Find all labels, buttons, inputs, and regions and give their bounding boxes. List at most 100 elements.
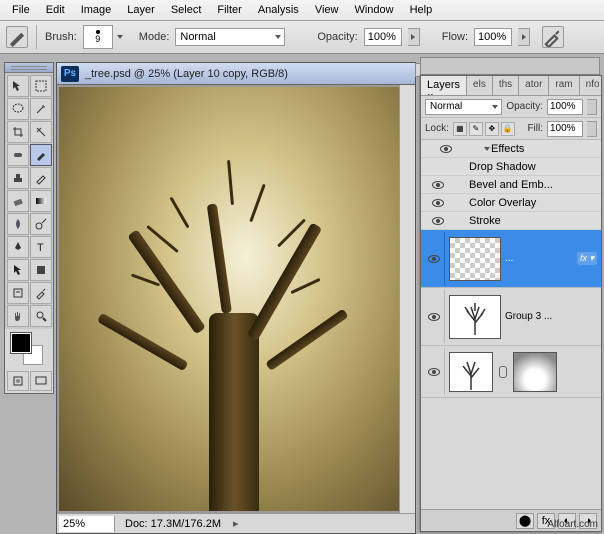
flow-input[interactable]: 100% [474, 28, 512, 46]
notes-tool[interactable] [7, 282, 29, 304]
gradient-tool[interactable] [30, 190, 52, 212]
tab-layers[interactable]: Layers ✕ [421, 76, 467, 95]
docsize-label: Doc: 17.3M/176.2M [117, 516, 229, 532]
fx-color-overlay[interactable]: Color Overlay [421, 194, 601, 212]
pen-tool[interactable] [7, 236, 29, 258]
menu-edit[interactable]: Edit [38, 1, 73, 19]
layer-masked[interactable] [421, 346, 601, 398]
lock-all-icon[interactable]: 🔒 [501, 122, 515, 136]
mask-thumbnail[interactable] [513, 352, 557, 392]
lock-transparency-icon[interactable]: ▦ [453, 122, 467, 136]
status-arrow-icon[interactable]: ▸ [233, 517, 239, 530]
marquee-tool[interactable] [30, 75, 52, 97]
quickmask-toggle[interactable] [7, 371, 29, 391]
menu-window[interactable]: Window [346, 1, 401, 19]
fx-bevel[interactable]: Bevel and Emb... [421, 176, 601, 194]
tab-info[interactable]: nfo [580, 76, 601, 95]
menu-image[interactable]: Image [73, 1, 120, 19]
tab-paths[interactable]: ths [493, 76, 519, 95]
layer-group[interactable]: Group 3 ... [421, 288, 601, 346]
tab-navigator[interactable]: ator [519, 76, 549, 95]
menu-bar: File Edit Image Layer Select Filter Anal… [0, 0, 604, 21]
screenmode-toggle[interactable] [30, 371, 52, 391]
path-select-tool[interactable] [7, 259, 29, 281]
layer-thumbnail[interactable] [449, 295, 501, 339]
vertical-scrollbar[interactable] [399, 85, 415, 513]
opacity-label: Opacity: [317, 31, 357, 43]
disclosure-icon[interactable] [484, 147, 490, 151]
brush-tool[interactable] [30, 144, 52, 166]
menu-help[interactable]: Help [402, 1, 441, 19]
options-bar: Brush: 9 Mode: Normal Opacity: 100% Flow… [0, 21, 604, 54]
zoom-tool[interactable] [30, 305, 52, 327]
hand-tool[interactable] [7, 305, 29, 327]
layer-opacity-input[interactable]: 100% [547, 99, 583, 115]
eyedropper-tool[interactable] [30, 282, 52, 304]
stamp-tool[interactable] [7, 167, 29, 189]
airbrush-toggle[interactable] [542, 26, 564, 48]
eye-icon[interactable] [428, 255, 440, 263]
opacity-input[interactable]: 100% [364, 28, 402, 46]
type-tool[interactable]: T [30, 236, 52, 258]
color-swatches[interactable] [5, 329, 53, 369]
crop-tool[interactable] [7, 121, 29, 143]
shape-tool[interactable] [30, 259, 52, 281]
menu-filter[interactable]: Filter [209, 1, 249, 19]
opacity-stepper[interactable] [587, 99, 597, 115]
wand-tool[interactable] [30, 98, 52, 120]
heal-tool[interactable] [7, 144, 29, 166]
eye-icon[interactable] [428, 313, 440, 321]
eraser-tool[interactable] [7, 190, 29, 212]
fill-input[interactable]: 100% [547, 121, 583, 137]
lasso-tool[interactable] [7, 98, 29, 120]
document-titlebar[interactable]: Ps _tree.psd @ 25% (Layer 10 copy, RGB/8… [57, 63, 415, 85]
lock-position-icon[interactable]: ✥ [485, 122, 499, 136]
layer-thumbnail[interactable] [449, 237, 501, 281]
layer-thumbnail[interactable] [449, 352, 493, 392]
fx-badge[interactable]: fx ▾ [577, 252, 597, 265]
opacity-arrow[interactable] [408, 28, 420, 46]
tool-preset-picker[interactable] [6, 26, 28, 48]
toolbox-header[interactable] [5, 63, 53, 73]
move-tool[interactable] [7, 75, 29, 97]
toolbox: T [4, 62, 54, 394]
canvas[interactable] [59, 87, 399, 511]
layer-opacity-label: Opacity: [506, 101, 543, 112]
link-icon[interactable] [499, 366, 507, 378]
menu-file[interactable]: File [4, 1, 38, 19]
menu-analysis[interactable]: Analysis [250, 1, 307, 19]
dodge-tool[interactable] [30, 213, 52, 235]
effects-header[interactable]: Effects [421, 140, 601, 158]
history-brush-tool[interactable] [30, 167, 52, 189]
panel-dock-tabs[interactable] [420, 57, 600, 75]
menu-layer[interactable]: Layer [119, 1, 163, 19]
eye-icon[interactable] [432, 199, 444, 207]
flow-arrow[interactable] [518, 28, 530, 46]
foreground-color[interactable] [11, 333, 31, 353]
blend-mode-select[interactable]: Normal [175, 28, 285, 46]
tab-channels[interactable]: els [467, 76, 493, 95]
layer-blend-mode[interactable]: Normal [425, 99, 502, 115]
zoom-input[interactable]: 25% [59, 516, 115, 532]
layer-list: Effects Drop Shadow Bevel and Emb... Col… [421, 140, 601, 398]
fx-drop-shadow[interactable]: Drop Shadow [421, 158, 601, 176]
lock-pixels-icon[interactable]: ✎ [469, 122, 483, 136]
fx-stroke[interactable]: Stroke [421, 212, 601, 230]
svg-text:T: T [37, 242, 44, 254]
brush-preset-picker[interactable]: 9 [83, 25, 113, 49]
watermark: Alfoart.com [547, 519, 598, 530]
eye-icon[interactable] [428, 368, 440, 376]
eye-icon[interactable] [440, 145, 452, 153]
fill-label: Fill: [527, 123, 543, 134]
fill-stepper[interactable] [587, 121, 597, 137]
slice-tool[interactable] [30, 121, 52, 143]
eye-icon[interactable] [432, 217, 444, 225]
eye-icon[interactable] [432, 181, 444, 189]
menu-select[interactable]: Select [163, 1, 210, 19]
menu-view[interactable]: View [307, 1, 347, 19]
layer-selected[interactable]: ... fx ▾ [421, 230, 601, 288]
link-layers-button[interactable]: ⬤ [516, 513, 534, 529]
blur-tool[interactable] [7, 213, 29, 235]
tab-histogram[interactable]: ram [549, 76, 579, 95]
brush-label: Brush: [45, 31, 77, 43]
